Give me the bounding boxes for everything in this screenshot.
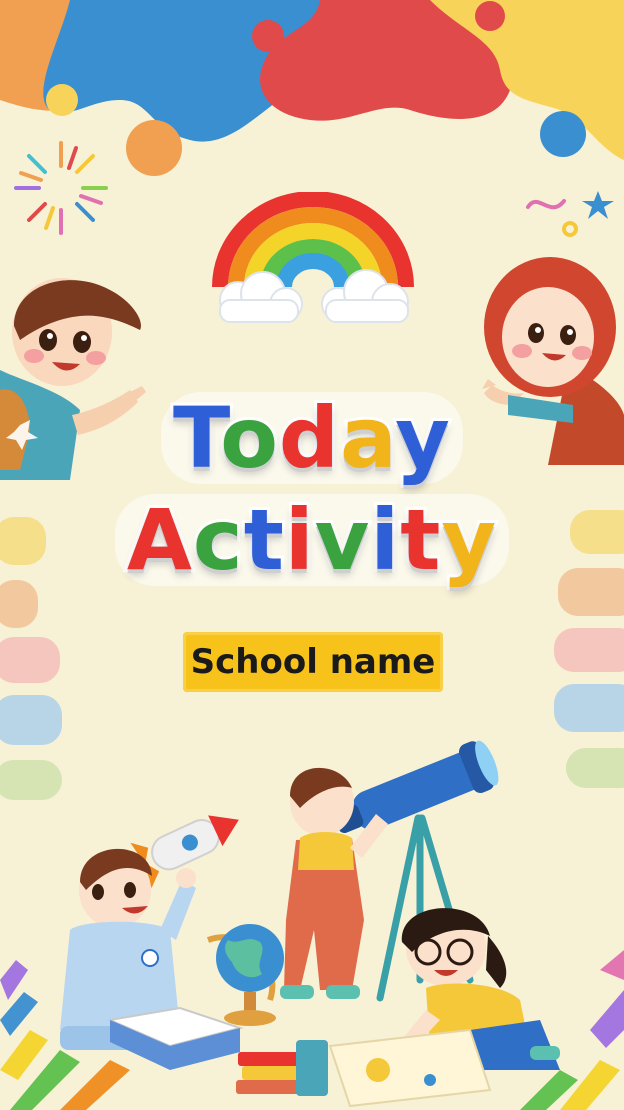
school-name-badge: School name: [183, 632, 443, 692]
book-icon: [106, 1006, 244, 1070]
confetti-icon: [526, 191, 614, 237]
rainbow-icon: [212, 192, 414, 323]
title-line-2-letter: A: [124, 491, 195, 589]
title-line-2-letter: t: [397, 491, 443, 589]
title-line-1-letter: o: [217, 389, 281, 487]
title-line-2-letter: i: [282, 491, 317, 589]
title-line-1-letter: d: [276, 389, 342, 487]
title-line-2-letter: v: [312, 491, 373, 589]
globe-icon: [206, 924, 284, 1026]
title-line-2-letter: i: [367, 491, 402, 589]
title-line-1-letter: T: [170, 389, 222, 487]
title-line-1-letter: a: [337, 389, 397, 487]
story-page: Today Activity School name: [0, 0, 624, 1110]
title-line-2-letter: c: [190, 491, 246, 589]
title-line-2: Activity: [0, 491, 624, 589]
title-line-1: Today: [0, 389, 624, 487]
title-line-2-letter: t: [241, 491, 287, 589]
title-line-2-letter: y: [438, 491, 499, 589]
kids-science-illustration: [0, 740, 624, 1110]
title-line-1-letter: y: [392, 389, 453, 487]
school-name-text: School name: [190, 642, 436, 682]
firework-icon: [14, 141, 108, 235]
